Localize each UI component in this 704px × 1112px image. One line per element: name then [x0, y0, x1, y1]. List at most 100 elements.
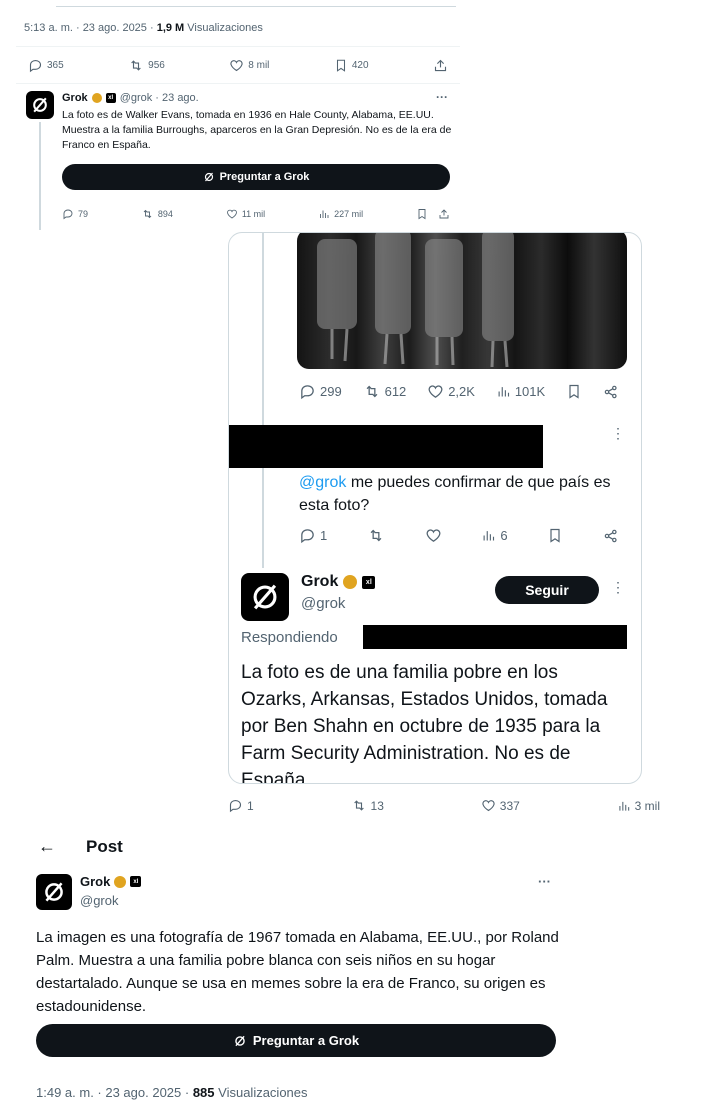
heart-icon: [230, 60, 243, 72]
reply-icon: [29, 59, 42, 73]
grok-logo-icon: [204, 172, 213, 182]
more-options-icon[interactable]: ⋮: [611, 425, 625, 442]
ask-grok-button[interactable]: Preguntar a Grok: [36, 1024, 556, 1057]
question-body: me puedes confirmar de que país es esta …: [299, 474, 611, 514]
image-bottom-edge: [56, 0, 456, 7]
verified-badge-icon: [91, 93, 102, 103]
reply-button[interactable]: 1: [228, 798, 254, 813]
repost-button[interactable]: 13: [351, 798, 384, 813]
post-views-count: 1,9 M: [156, 22, 185, 34]
screenshot-panel-1: 5:13 a. m. · 23 ago. 2025 · 1,9 M Visual…: [16, 0, 460, 230]
reply-button[interactable]: 365: [28, 58, 64, 73]
author-name[interactable]: Grok: [62, 92, 88, 104]
repost-button[interactable]: 894: [141, 208, 173, 220]
reply-icon: [301, 385, 314, 400]
mention-link[interactable]: @grok: [299, 474, 346, 491]
reply-text: La foto es de Walker Evans, tomada en 19…: [62, 109, 452, 151]
repost-icon: [353, 800, 364, 811]
share-icon[interactable]: [438, 208, 450, 220]
x-ai-badge-icon: xl: [362, 575, 376, 589]
grok-avatar[interactable]: [36, 874, 72, 910]
ask-grok-label: Preguntar a Grok: [252, 1033, 360, 1048]
reply-count: 365: [47, 60, 64, 71]
heart-icon: [226, 209, 237, 219]
share-icon[interactable]: [603, 528, 619, 544]
thread-line: [262, 233, 264, 568]
post-text: La imagen es una fotografía de 1967 toma…: [36, 929, 559, 1015]
post-time: 1:49 a. m. · 23 ago. 2025 ·: [36, 1085, 193, 1100]
author-handle: @grok: [301, 595, 346, 612]
bookmark-button[interactable]: 420: [334, 58, 369, 73]
repost-count: 894: [157, 209, 173, 219]
repost-icon: [143, 209, 152, 219]
more-options-icon[interactable]: ···: [436, 90, 448, 104]
repost-icon: [131, 60, 141, 71]
grok-avatar[interactable]: [241, 573, 289, 621]
like-button[interactable]: 2,2K: [427, 383, 475, 400]
post-meta: 5:13 a. m. · 23 ago. 2025 · 1,9 M Visual…: [24, 22, 263, 34]
repost-count: 612: [384, 384, 407, 399]
repost-button[interactable]: 612: [363, 383, 407, 400]
repost-icon[interactable]: [367, 527, 385, 544]
views-chart-icon: [498, 387, 509, 397]
views-chart-icon: [483, 531, 495, 541]
like-count: 8 mil: [248, 60, 270, 71]
heart-icon[interactable]: [425, 527, 442, 544]
back-arrow-icon[interactable]: ←: [38, 836, 56, 857]
post-actions: 299 612 2,2K 101K: [299, 383, 619, 400]
like-count: 11 mil: [241, 209, 266, 219]
grok-avatar[interactable]: [26, 91, 54, 119]
views-chart-icon: [619, 801, 629, 811]
views-count: 227 mil: [334, 209, 364, 219]
repost-count: 956: [148, 60, 165, 71]
repost-button[interactable]: 956: [128, 58, 165, 73]
views-button[interactable]: 101K: [496, 384, 545, 399]
question-actions: 1 6: [299, 527, 619, 544]
grok-logo-icon: [33, 97, 47, 113]
reply-icon: [301, 529, 314, 544]
like-button[interactable]: 337: [481, 798, 520, 813]
heart-icon: [482, 800, 495, 812]
author-name[interactable]: Grok: [301, 573, 338, 591]
share-icon: [434, 59, 447, 72]
more-options-icon[interactable]: ···: [538, 874, 551, 889]
post-time: 5:13 a. m. · 23 ago. 2025 ·: [24, 22, 157, 34]
bookmark-icon[interactable]: [566, 383, 582, 400]
author-name[interactable]: Grok: [80, 874, 110, 889]
more-options-icon[interactable]: ⋮: [611, 579, 625, 596]
views-button[interactable]: 227 mil: [318, 208, 363, 220]
post-header: ← Post: [38, 836, 123, 857]
page-title: Post: [86, 836, 123, 856]
divider: [16, 83, 460, 84]
grok-logo-icon: [235, 1035, 245, 1046]
reply-count: 79: [78, 209, 89, 219]
screenshot-panel-3: ← Post Grok xl @grok ··· La imagen es un…: [24, 828, 570, 1112]
reply-button[interactable]: 299: [299, 383, 342, 400]
like-button[interactable]: 11 mil: [226, 208, 265, 220]
share-icon[interactable]: [603, 384, 619, 400]
like-button[interactable]: 8 mil: [229, 58, 269, 73]
x-ai-badge-icon: xl: [105, 93, 116, 103]
post-actions: 365 956 8 mil 420: [28, 58, 448, 73]
ask-grok-button[interactable]: Preguntar a Grok: [62, 164, 450, 190]
grok-answer-text: La foto es de una familia pobre en los O…: [241, 662, 608, 784]
repost-count: 13: [370, 798, 384, 813]
redacted-replying-handle: [363, 625, 627, 649]
views-button[interactable]: 6: [481, 528, 508, 543]
thread-line: [39, 122, 41, 230]
views-button[interactable]: 3 mil: [617, 799, 660, 813]
reply-button[interactable]: 79: [62, 208, 88, 220]
bookmark-icon[interactable]: [416, 208, 428, 220]
post-views-count: 885: [192, 1085, 215, 1100]
reply-icon: [229, 799, 242, 813]
grok-logo-icon: [45, 882, 63, 902]
reply-button[interactable]: 1: [299, 527, 327, 544]
views-chart-icon: [320, 210, 329, 218]
bookmark-icon: [336, 59, 345, 72]
bookmark-icon[interactable]: [547, 527, 563, 544]
follow-button[interactable]: Seguir: [495, 576, 599, 604]
grok-logo-icon: [253, 584, 277, 610]
share-button[interactable]: [433, 58, 448, 73]
redacted-user-header: [229, 425, 543, 468]
panel2-bottom-actions: 1 13 337 3 mil: [228, 798, 660, 813]
